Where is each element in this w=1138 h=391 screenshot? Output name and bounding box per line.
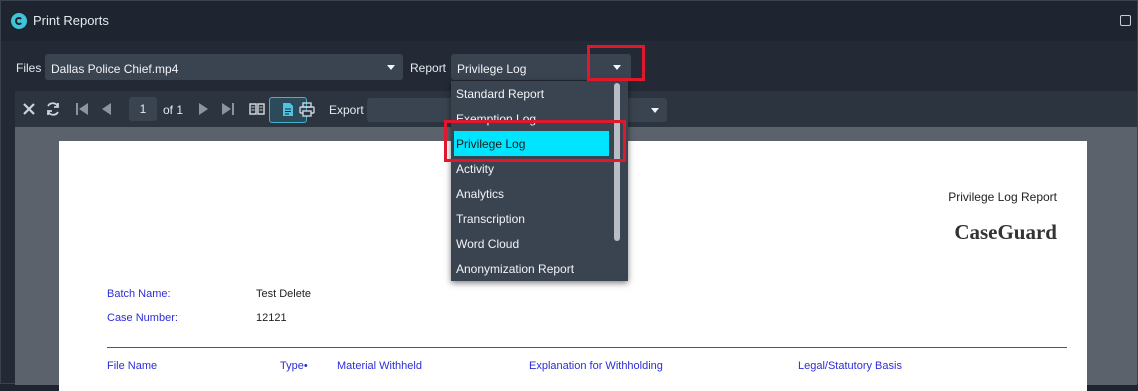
- last-page-icon[interactable]: [219, 91, 237, 127]
- close-icon[interactable]: [19, 91, 39, 127]
- next-page-icon[interactable]: [195, 91, 213, 127]
- brand-name: CaseGuard: [954, 220, 1057, 244]
- maximize-icon[interactable]: [1120, 15, 1131, 26]
- column-header: Material Withheld: [337, 360, 422, 372]
- report-value: Privilege Log: [457, 62, 527, 76]
- header-divider: [107, 347, 1067, 348]
- report-option[interactable]: Transcription: [451, 206, 611, 231]
- book-view-icon[interactable]: [247, 91, 267, 127]
- chevron-down-icon: [387, 65, 395, 70]
- print-reports-window: Print Reports Files Dallas Police Chief.…: [0, 0, 1138, 391]
- chevron-down-icon: [651, 108, 659, 113]
- batch-name-label: Batch Name:: [107, 288, 171, 300]
- report-option[interactable]: Analytics: [451, 181, 611, 206]
- column-header: File Name: [107, 360, 158, 372]
- case-number-label: Case Number:: [107, 312, 178, 324]
- report-title: Privilege Log Report: [948, 190, 1057, 204]
- report-option[interactable]: Word Cloud: [451, 231, 611, 256]
- print-icon[interactable]: [297, 91, 317, 127]
- export-label: Export: [329, 103, 364, 117]
- files-dropdown[interactable]: Dallas Police Chief.mp4: [45, 54, 403, 80]
- window-title: Print Reports: [33, 13, 109, 28]
- report-option[interactable]: Anonymization Report: [451, 256, 611, 281]
- case-number-value: 12121: [256, 312, 287, 324]
- report-label: Report: [410, 61, 447, 75]
- highlight-box: [444, 120, 626, 162]
- report-options-list[interactable]: Standard Report Exemption Log Privilege …: [451, 81, 628, 281]
- previous-page-icon[interactable]: [97, 91, 115, 127]
- title-bar: Print Reports: [1, 1, 1137, 41]
- files-value: Dallas Police Chief.mp4: [51, 62, 179, 76]
- selection-row: Files Dallas Police Chief.mp4 Report Pri…: [1, 51, 1137, 81]
- page-number-input[interactable]: 1: [129, 97, 157, 121]
- files-label: Files: [16, 61, 42, 75]
- page-count: of 1: [163, 103, 184, 117]
- column-header: Explanation for Withholding: [529, 360, 663, 372]
- highlight-box: [587, 45, 645, 81]
- column-header: Type•: [280, 360, 308, 372]
- dropdown-scrollbar[interactable]: [614, 83, 620, 241]
- refresh-icon[interactable]: [43, 91, 63, 127]
- first-page-icon[interactable]: [73, 91, 91, 127]
- column-header: Legal/Statutory Basis: [798, 360, 902, 372]
- batch-name-value: Test Delete: [256, 288, 312, 300]
- report-option[interactable]: Standard Report: [451, 81, 611, 106]
- caseguard-logo-icon: [11, 13, 27, 29]
